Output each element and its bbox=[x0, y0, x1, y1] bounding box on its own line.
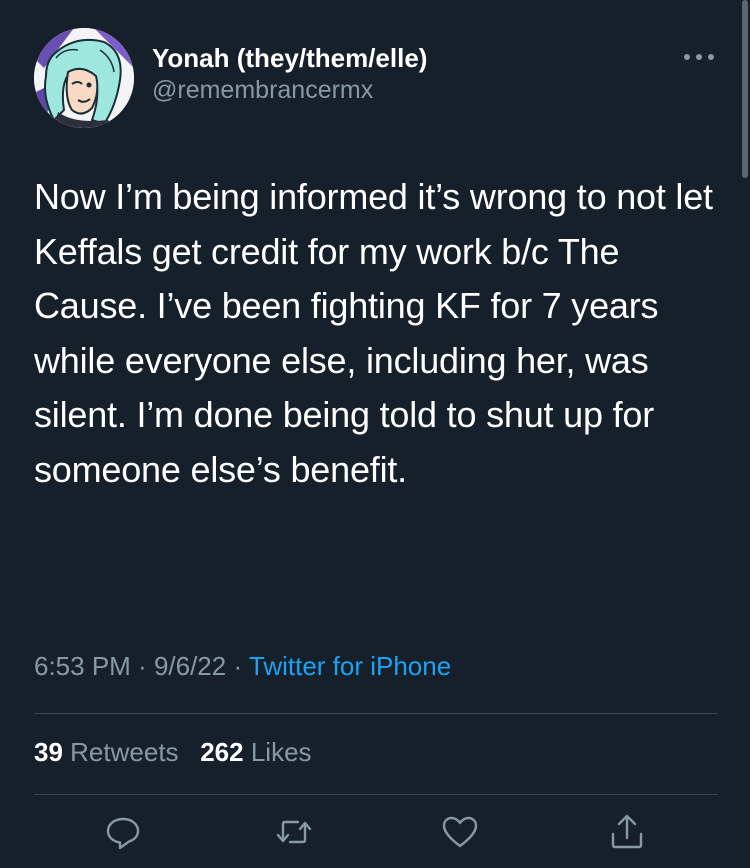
tweet-text: Now I’m being informed it’s wrong to not… bbox=[34, 176, 713, 490]
tweet-source-link[interactable]: Twitter for iPhone bbox=[249, 651, 451, 681]
user-names: Yonah (they/them/elle) @remembrancermx bbox=[152, 42, 427, 106]
retweets-stat[interactable]: 39 Retweets bbox=[34, 737, 179, 767]
likes-count: 262 bbox=[200, 737, 244, 767]
tweet-date[interactable]: 9/6/22 bbox=[154, 651, 226, 681]
reply-icon[interactable] bbox=[101, 810, 145, 854]
share-icon[interactable] bbox=[605, 810, 649, 854]
divider bbox=[34, 794, 718, 795]
avatar-illustration bbox=[34, 28, 134, 128]
tweet-header: Yonah (they/them/elle) @remembrancermx bbox=[34, 28, 724, 128]
likes-stat[interactable]: 262 Likes bbox=[200, 737, 311, 767]
action-bar bbox=[0, 810, 750, 854]
retweet-icon[interactable] bbox=[272, 810, 316, 854]
meta-separator: · bbox=[130, 651, 154, 681]
likes-label: Likes bbox=[250, 737, 312, 767]
divider bbox=[34, 713, 718, 714]
heart-icon[interactable] bbox=[438, 810, 482, 854]
meta-separator: · bbox=[226, 651, 249, 681]
avatar[interactable] bbox=[34, 28, 134, 128]
engagement-stats: 39 Retweets 262 Likes bbox=[34, 737, 312, 768]
scrollbar[interactable] bbox=[742, 0, 748, 178]
tweet-time[interactable]: 6:53 PM bbox=[34, 651, 131, 681]
tweet-metadata: 6:53 PM · 9/6/22 · Twitter for iPhone bbox=[34, 651, 451, 682]
more-horizontal-icon[interactable] bbox=[682, 50, 716, 64]
retweets-label: Retweets bbox=[70, 737, 179, 767]
display-name[interactable]: Yonah (they/them/elle) bbox=[152, 42, 427, 74]
user-handle[interactable]: @remembrancermx bbox=[152, 74, 427, 106]
tweet-detail: Yonah (they/them/elle) @remembrancermx N… bbox=[0, 0, 750, 868]
retweets-count: 39 bbox=[34, 737, 63, 767]
